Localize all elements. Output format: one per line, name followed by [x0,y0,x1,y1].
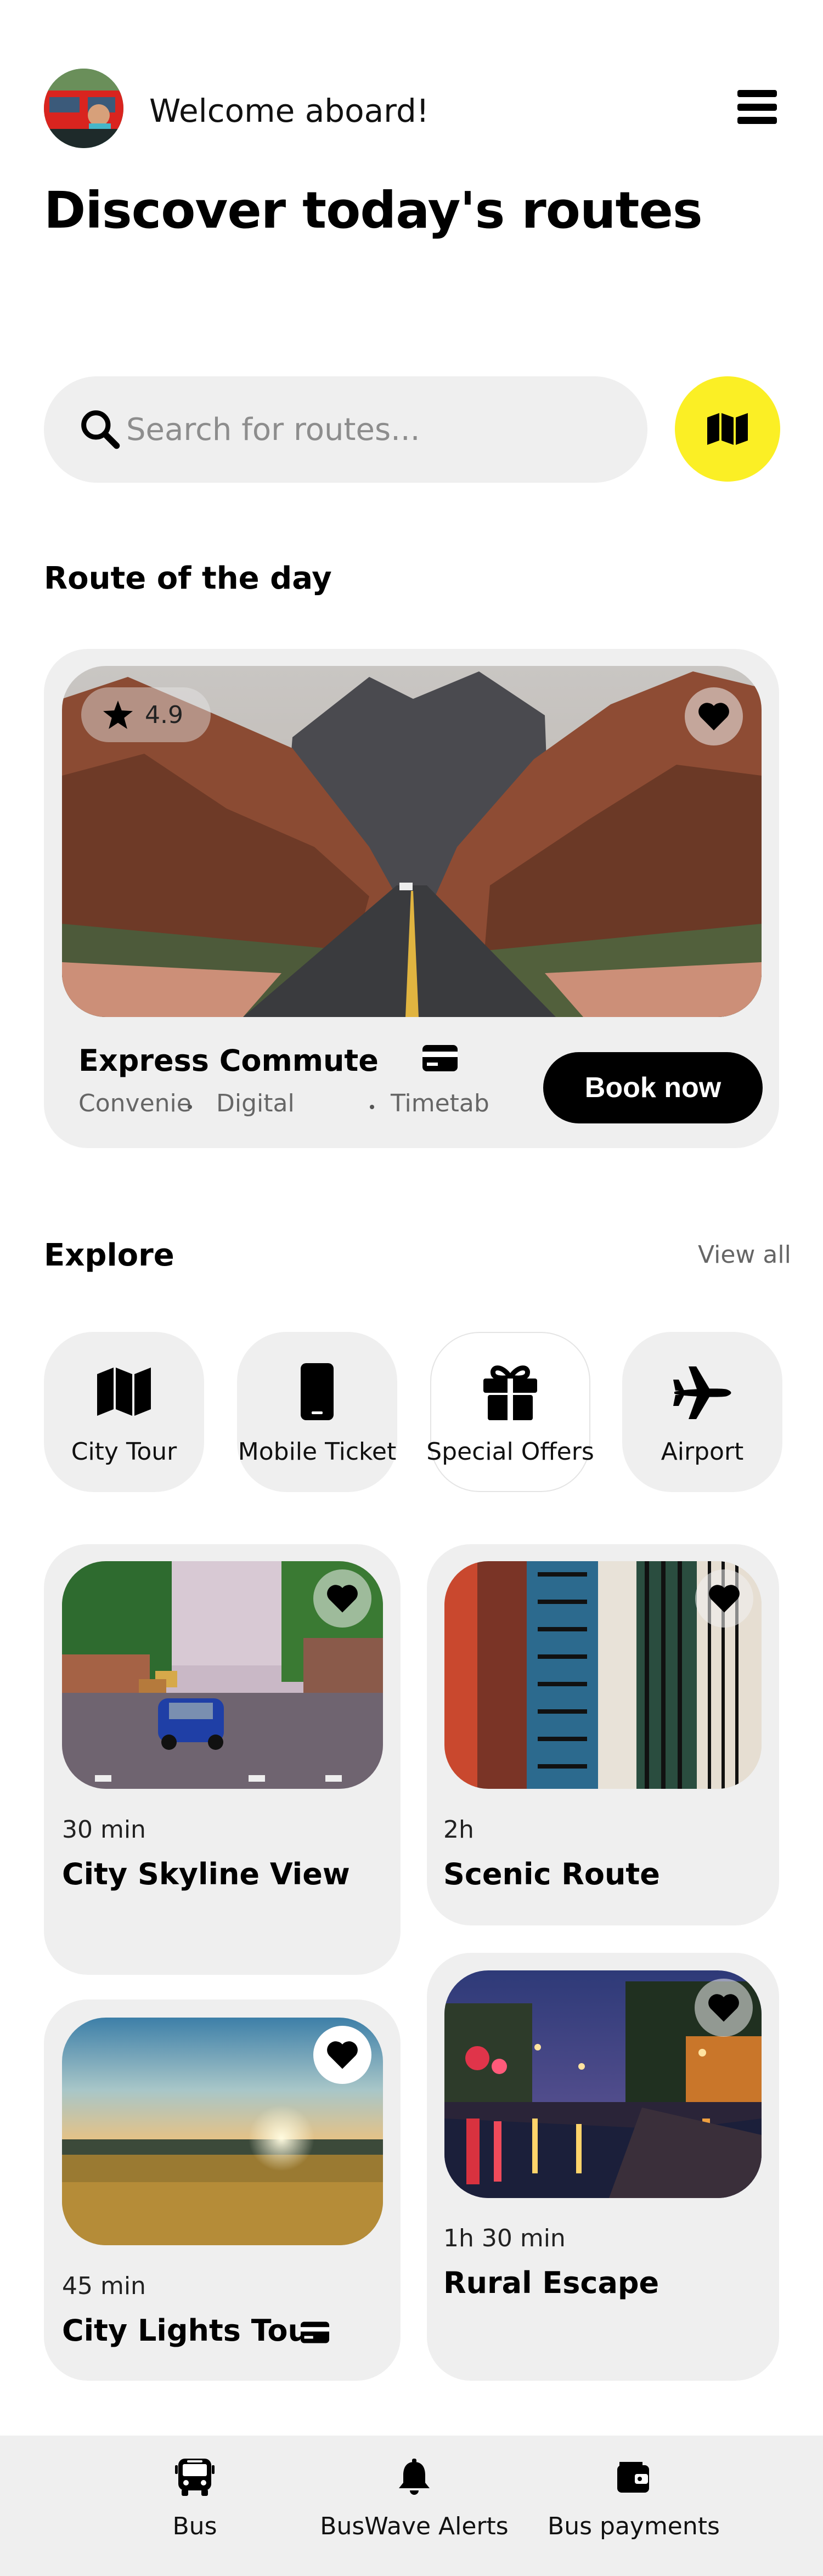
card-icon [422,1045,458,1074]
search-input[interactable] [126,411,620,448]
route-tag: Timetab [391,1089,489,1117]
favorite-button[interactable] [695,1569,753,1628]
nav-label: BusWave Alerts [320,2512,509,2540]
book-now-button[interactable]: Book now [543,1052,763,1123]
tour-duration: 2h [443,1816,474,1844]
rating-value: 4.9 [145,701,183,729]
tour-duration: 30 min [62,1816,146,1844]
favorite-button[interactable] [695,1979,753,2037]
nav-label: Bus payments [548,2512,720,2540]
tour-duration: 45 min [62,2272,146,2300]
category-airport[interactable]: Airport [622,1332,782,1492]
category-label: City Tour [71,1437,177,1466]
category-city-tour[interactable]: City Tour [44,1332,204,1492]
category-mobile-ticket[interactable]: Mobile Ticket [237,1332,397,1492]
nav-item-bus[interactable]: Bus [154,2458,236,2540]
avatar[interactable] [44,69,123,148]
bus-icon [175,2459,215,2496]
tour-title: City Skyline View [62,1857,350,1891]
heart-icon [698,703,729,731]
nav-item-payments[interactable]: Bus payments [543,2458,724,2540]
category-label: Special Offers [426,1437,594,1466]
view-all-link[interactable]: View all [698,1241,791,1269]
wallet-icon [617,2462,649,2493]
favorite-button[interactable] [313,2026,371,2084]
map-icon [97,1367,151,1416]
card-icon [301,2321,329,2346]
gift-icon [483,1365,537,1420]
route-tag: Convenie [78,1089,191,1117]
category-label: Airport [661,1437,744,1466]
route-tag: Digital [216,1089,295,1117]
hamburger-icon [737,90,777,97]
tour-title: City Lights Tour [62,2313,324,2348]
bell-icon [399,2459,430,2495]
page-title: Discover today's routes [44,181,703,240]
heart-icon [709,1585,740,1613]
map-button[interactable] [675,376,780,482]
nav-label: Bus [172,2512,217,2540]
rating-badge: 4.9 [81,687,211,742]
nav-item-alerts[interactable]: BusWave Alerts [318,2458,510,2540]
tour-title: Rural Escape [443,2266,659,2300]
favorite-button[interactable] [685,687,743,745]
route-of-day-heading: Route of the day [44,561,332,596]
map-icon [707,413,748,445]
heart-icon [327,1585,358,1613]
tour-title: Scenic Route [443,1857,660,1891]
welcome-text: Welcome aboard! [149,92,430,129]
explore-heading: Explore [44,1238,174,1273]
route-name: Express Commute [78,1043,379,1078]
star-icon [103,701,133,729]
category-special-offers[interactable]: Special Offers [426,1332,594,1492]
search-bar[interactable] [44,376,647,483]
heart-icon [327,2041,358,2069]
search-icon [81,410,120,449]
tour-duration: 1h 30 min [443,2224,566,2252]
category-label: Mobile Ticket [238,1437,397,1466]
heart-icon [708,1994,739,2022]
favorite-button[interactable] [313,1569,371,1628]
plane-icon [673,1366,731,1419]
mobile-icon [301,1363,334,1420]
menu-button[interactable] [735,88,779,126]
